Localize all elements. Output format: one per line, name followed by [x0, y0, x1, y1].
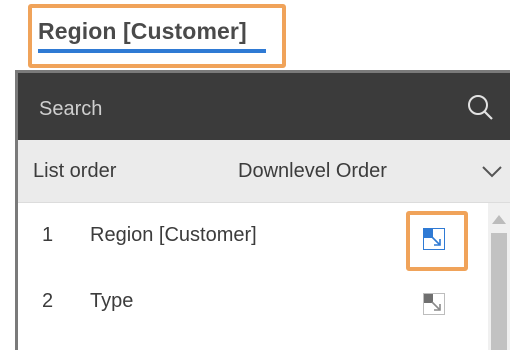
- list-order-label: List order: [33, 160, 117, 182]
- item-label: Region [Customer]: [90, 224, 257, 246]
- list-order-value: Downlevel Order: [238, 160, 387, 182]
- scroll-up-icon[interactable]: [492, 215, 506, 224]
- scrollbar[interactable]: [488, 203, 510, 350]
- drill-down-icon[interactable]: [423, 228, 445, 250]
- list-order-dropdown[interactable]: Downlevel Order: [238, 154, 508, 190]
- field-tab-label[interactable]: Region [Customer]: [38, 18, 247, 45]
- list-item[interactable]: 2 Type: [18, 269, 488, 331]
- active-tab-underline: [38, 49, 266, 53]
- item-label: Type: [90, 290, 134, 312]
- search-icon[interactable]: [465, 93, 495, 123]
- scrollbar-thumb[interactable]: [491, 233, 507, 350]
- search-input[interactable]: [37, 93, 431, 125]
- item-number: 2: [42, 290, 54, 312]
- level-panel: List order Downlevel Order 1 Region [Cus…: [15, 70, 510, 350]
- item-number: 1: [42, 224, 54, 246]
- drill-down-icon[interactable]: [423, 293, 445, 315]
- chevron-down-icon: [482, 166, 502, 178]
- search-bar: [18, 73, 510, 141]
- list-order-row: List order Downlevel Order: [18, 140, 510, 203]
